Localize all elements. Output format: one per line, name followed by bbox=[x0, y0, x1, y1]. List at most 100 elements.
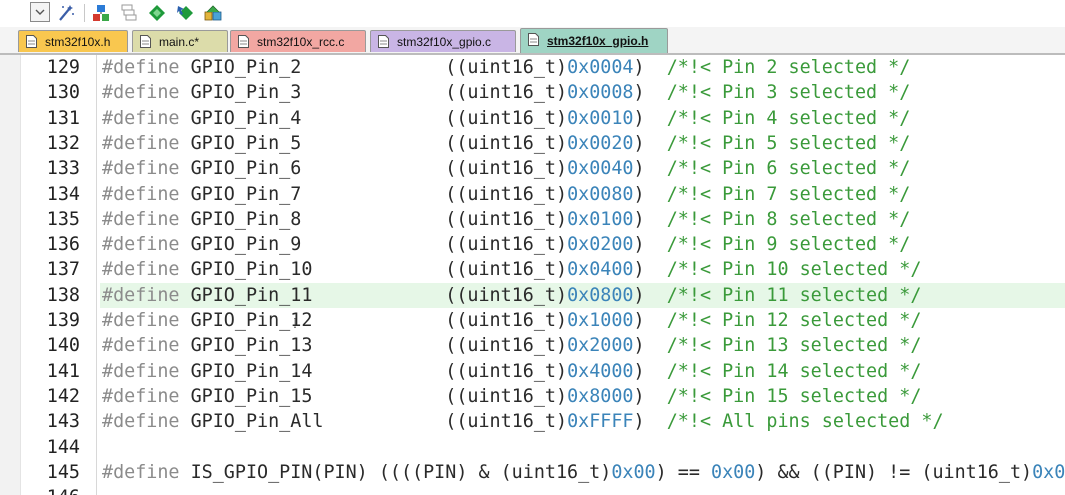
define-keyword: #define bbox=[102, 335, 180, 357]
macro-name: GPIO_Pin_13 bbox=[190, 335, 324, 357]
define-keyword: #define bbox=[102, 208, 180, 230]
macro-name: GPIO_Pin_6 bbox=[190, 158, 324, 180]
tab-stm32f10x-rcc-c[interactable]: stm32f10x_rcc.c bbox=[230, 30, 366, 52]
define-keyword: #define bbox=[102, 57, 180, 78]
code-text: #define IS_GPIO_PIN(PIN) ((((PIN) & (uin… bbox=[100, 460, 1065, 485]
green-diamond-icon[interactable] bbox=[146, 2, 168, 24]
close-paren: ) bbox=[633, 183, 645, 205]
macro-name: GPIO_Pin_15 bbox=[190, 385, 324, 407]
tab-label: stm32f10x.h bbox=[45, 34, 111, 49]
line-number: 143 bbox=[46, 411, 80, 433]
type-cast: ((uint16_t) bbox=[445, 310, 568, 331]
line-number: 130 bbox=[46, 82, 80, 104]
code-text: #define GPIO_Pin_7 ((uint16_t)0x0080) /*… bbox=[100, 182, 1065, 207]
hex-literal: 0x2000 bbox=[567, 335, 634, 357]
tab-stm32f10x-gpio-h[interactable]: stm32f10x_gpio.h bbox=[520, 28, 668, 53]
code-line[interactable]: 141 #define GPIO_Pin_14 ((uint16_t)0x4000… bbox=[0, 359, 1065, 384]
macro-name: GPIO_Pin_9 bbox=[190, 234, 324, 256]
type-cast: ((uint16_t) bbox=[445, 259, 568, 281]
define-keyword: #define bbox=[102, 385, 180, 407]
tab-main-c[interactable]: main.c* bbox=[132, 30, 228, 52]
code-line[interactable]: 135 #define GPIO_Pin_8 ((uint16_t)0x0100)… bbox=[0, 207, 1065, 232]
comment: /*!< Pin 13 selected */ bbox=[666, 335, 922, 357]
macro-name: GPIO_Pin_14 bbox=[190, 360, 324, 382]
code-line[interactable]: 130 #define GPIO_Pin_3 ((uint16_t)0x0008)… bbox=[0, 80, 1065, 105]
code-line[interactable]: 134 #define GPIO_Pin_7 ((uint16_t)0x0080)… bbox=[0, 182, 1065, 207]
pointer-diamond-icon[interactable] bbox=[174, 2, 196, 24]
hex-literal: 0x0004 bbox=[567, 57, 634, 78]
close-paren: ) bbox=[633, 310, 645, 331]
file-icon bbox=[378, 35, 389, 48]
hex-literal: 0x0020 bbox=[567, 132, 634, 154]
define-keyword: #define bbox=[102, 183, 180, 205]
code-line[interactable]: 143 #define GPIO_Pin_All ((uint16_t)0xFFF… bbox=[0, 409, 1065, 434]
line-number: 142 bbox=[46, 385, 80, 407]
define-keyword: #define bbox=[102, 411, 180, 433]
close-paren: ) bbox=[633, 82, 645, 104]
code-line[interactable]: 129 #define GPIO_Pin_2 ((uint16_t)0x0004)… bbox=[0, 55, 1065, 80]
comment: /*!< Pin 3 selected */ bbox=[666, 82, 911, 104]
code-line[interactable]: 138 #define GPIO_Pin_11 ((uint16_t)0x0800… bbox=[0, 282, 1065, 308]
code-line[interactable]: 142 #define GPIO_Pin_15 ((uint16_t)0x8000… bbox=[0, 384, 1065, 409]
close-paren: ) bbox=[633, 234, 645, 256]
line-number: 144 bbox=[46, 436, 80, 458]
code-line[interactable]: 146 bbox=[0, 485, 1065, 495]
line-number: 134 bbox=[46, 183, 80, 205]
code-text: #define GPIO_Pin_6 ((uint16_t)0x0040) /*… bbox=[100, 156, 1065, 181]
type-cast: ((uint16_t) bbox=[445, 107, 568, 129]
tab-label: stm32f10x_gpio.h bbox=[547, 34, 649, 48]
code-text: #define GPIO_Pin_13 ((uint16_t)0x2000) /… bbox=[100, 333, 1065, 358]
define-keyword: #define bbox=[102, 132, 180, 154]
type-cast: ((uint16_t) bbox=[445, 82, 568, 104]
line-number: 133 bbox=[46, 158, 80, 180]
line-number: 131 bbox=[46, 107, 80, 129]
tab-stm32f10x-h[interactable]: stm32f10x.h bbox=[18, 30, 128, 52]
component-icon[interactable] bbox=[90, 2, 112, 24]
comment: /*!< Pin 7 selected */ bbox=[666, 183, 911, 205]
code-line[interactable]: 136 #define GPIO_Pin_9 ((uint16_t)0x0200)… bbox=[0, 232, 1065, 257]
code-line[interactable]: 145 #define IS_GPIO_PIN(PIN) ((((PIN) & (… bbox=[0, 460, 1065, 485]
magic-wand-icon[interactable] bbox=[55, 2, 77, 24]
checkbox-dropdown-icon[interactable] bbox=[30, 2, 50, 22]
stacked-windows-icon[interactable] bbox=[118, 2, 140, 24]
code-line[interactable]: 131 #define GPIO_Pin_4 ((uint16_t)0x0010)… bbox=[0, 106, 1065, 131]
type-cast: ((uint16_t) bbox=[445, 183, 568, 205]
toolbar-separator bbox=[84, 4, 85, 22]
define-keyword: #define bbox=[102, 107, 180, 129]
macro-name: GPIO_Pin_2 bbox=[190, 57, 324, 78]
hex-literal: 0x0200 bbox=[567, 234, 634, 256]
code-line[interactable]: 144 bbox=[0, 435, 1065, 460]
type-cast: ((uint16_t) bbox=[445, 57, 568, 78]
close-paren: ) bbox=[633, 158, 645, 180]
code-line[interactable]: 137 #define GPIO_Pin_10 ((uint16_t)0x0400… bbox=[0, 257, 1065, 282]
packs-icon[interactable] bbox=[202, 2, 224, 24]
macro-name: GPIO_Pin_12 bbox=[190, 310, 324, 331]
tab-label: stm32f10x_gpio.c bbox=[397, 34, 492, 49]
close-paren: ) bbox=[633, 284, 645, 306]
type-cast: ((uint16_t) bbox=[445, 411, 568, 433]
close-paren: ) bbox=[633, 411, 645, 433]
hex-literal: 0x0400 bbox=[567, 259, 634, 281]
define-keyword: #define bbox=[102, 284, 180, 306]
close-paren: ) bbox=[633, 360, 645, 382]
code-text: #define GPIO_Pin_12 ((uint16_t)0x1000) /… bbox=[100, 308, 1065, 333]
code-line[interactable]: 133 #define GPIO_Pin_6 ((uint16_t)0x0040)… bbox=[0, 156, 1065, 181]
code-editor[interactable]: 129 #define GPIO_Pin_2 ((uint16_t)0x0004)… bbox=[0, 55, 1065, 495]
macro-name: GPIO_Pin_8 bbox=[190, 208, 324, 230]
macro-text: IS_GPIO_PIN(PIN) ((((PIN) & (uint16_t) bbox=[179, 461, 612, 483]
comment: /*!< Pin 5 selected */ bbox=[666, 132, 911, 154]
tab-stm32f10x-gpio-c[interactable]: stm32f10x_gpio.c bbox=[370, 30, 516, 52]
close-paren: ) bbox=[633, 335, 645, 357]
code-line[interactable]: 139 #define GPIO_Pin_12 ((uint16_t)0x1000… bbox=[0, 308, 1065, 333]
macro-name: GPIO_Pin_4 bbox=[190, 107, 324, 129]
comment: /*!< Pin 8 selected */ bbox=[666, 208, 911, 230]
code-text: #define GPIO_Pin_5 ((uint16_t)0x0020) /*… bbox=[100, 131, 1065, 156]
hex-literal: 0x00 bbox=[711, 461, 756, 483]
line-number: 146 bbox=[0, 485, 80, 495]
code-line[interactable]: 132 #define GPIO_Pin_5 ((uint16_t)0x0020)… bbox=[0, 131, 1065, 156]
file-tab-bar: stm32f10x.h main.c* stm32f10x_rcc.c stm3… bbox=[0, 27, 1065, 55]
code-line[interactable]: 140 #define GPIO_Pin_13 ((uint16_t)0x2000… bbox=[0, 333, 1065, 358]
macro-text: ) && ((PIN) != (uint16_t) bbox=[755, 461, 1033, 483]
line-number: 145 bbox=[46, 461, 80, 483]
